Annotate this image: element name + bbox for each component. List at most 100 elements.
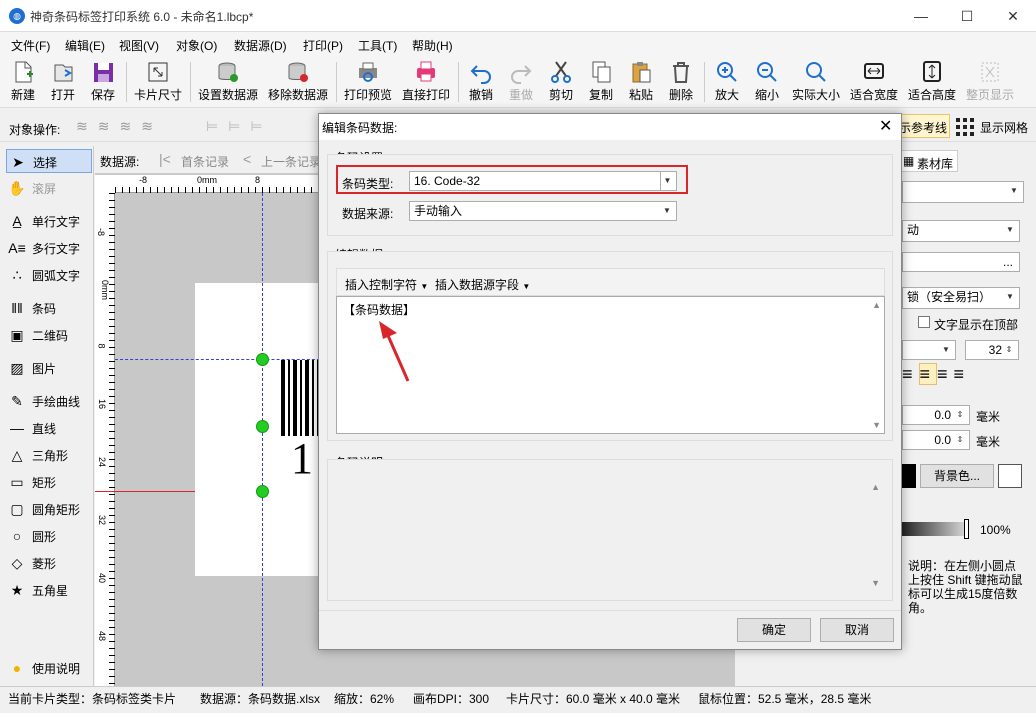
zoom-in-button[interactable]: 放大 (710, 58, 744, 106)
scroll-up-icon[interactable]: ▲ (871, 482, 880, 492)
help-hint-text: 说明：在左侧小圆点上按住 Shift 键拖动鼠标可以生成15度倍数角。 (908, 559, 1023, 615)
dialog-close-button[interactable]: ✕ (879, 116, 892, 136)
barcode-data-text: 【条码数据】 (343, 303, 416, 317)
background-color-swatch[interactable] (998, 464, 1022, 488)
redo-button[interactable]: 重做 (504, 58, 538, 106)
paste-button[interactable]: 粘贴 (624, 58, 658, 106)
delete-button[interactable]: 删除 (664, 58, 698, 106)
spacing-input-1[interactable]: 0.0 ⇕ (902, 405, 970, 425)
text-align-group: ≡≡≡≡ (902, 363, 1032, 390)
tool-star[interactable]: ★ 五角星 (6, 578, 92, 602)
align-left-icon[interactable]: ≡ (902, 364, 919, 384)
font-select[interactable]: 锁（安全易扫） ▼ (902, 287, 1020, 309)
menu-datasource[interactable]: 数据源(D) (234, 37, 287, 54)
tool-circle[interactable]: ○ 圆形 (6, 524, 92, 548)
barcode-digit: 1 (291, 434, 313, 483)
barcode-data-textarea[interactable]: 【条码数据】 ▲ ▼ (336, 296, 885, 434)
menu-file[interactable]: 文件(F) (11, 37, 50, 54)
close-button[interactable]: ✕ (990, 0, 1036, 32)
maximize-button[interactable]: ☐ (944, 0, 990, 32)
align-center-icon[interactable]: ≡ (918, 363, 938, 385)
fit-width-button[interactable]: 适合宽度 (848, 58, 900, 106)
opacity-slider[interactable] (902, 522, 968, 536)
tool-rounded-rectangle[interactable]: ▢ 圆角矩形 (6, 497, 92, 521)
zoom-out-button[interactable]: 缩小 (750, 58, 784, 106)
font-size-spinner[interactable]: 32 ⇕ (965, 340, 1019, 360)
multiline-text-icon: A≡ (8, 240, 26, 256)
tool-qrcode[interactable]: ▣ 二维码 (6, 323, 92, 347)
tool-diamond[interactable]: ◇ 菱形 (6, 551, 92, 575)
scroll-up-icon[interactable]: ▲ (872, 300, 881, 310)
font-style-select[interactable]: ▼ (902, 340, 956, 360)
resize-handle[interactable] (256, 420, 269, 433)
cut-button[interactable]: 剪切 (544, 58, 578, 106)
set-datasource-button[interactable]: 设置数据源 (196, 58, 260, 106)
menu-help[interactable]: 帮助(H) (412, 37, 453, 54)
menu-edit[interactable]: 编辑(E) (65, 37, 105, 54)
tool-triangle[interactable]: △ 三角形 (6, 443, 92, 467)
remove-datasource-button[interactable]: 移除数据源 (266, 58, 330, 106)
save-button[interactable]: 保存 (86, 58, 120, 106)
browse-field[interactable]: ... (902, 252, 1020, 272)
tool-freehand[interactable]: ✎ 手绘曲线 (6, 389, 92, 413)
new-button[interactable]: 新建 (6, 58, 40, 106)
print-preview-icon (359, 62, 377, 82)
menu-object[interactable]: 对象(O) (176, 37, 217, 54)
tool-scroll[interactable]: ✋ 滚屏 (6, 176, 92, 200)
insert-datasource-field-button[interactable]: 插入数据源字段 ▼ (435, 276, 530, 293)
text-on-top-checkbox[interactable] (918, 316, 930, 328)
data-source-select[interactable]: 手动输入 ▼ (409, 201, 677, 221)
menu-print[interactable]: 打印(P) (303, 37, 343, 54)
opacity-slider-thumb[interactable] (964, 519, 969, 539)
tool-multi-text[interactable]: A≡ 多行文字 (6, 236, 92, 260)
prev-record-button[interactable]: 上一条记录 (261, 153, 321, 170)
status-datasource: 数据源：条码数据.xlsx (200, 692, 321, 706)
zoom-out-icon (757, 62, 777, 82)
tool-help[interactable]: ● 使用说明 (6, 656, 92, 680)
show-grid-toggle[interactable]: 显示网格 (980, 119, 1028, 136)
undo-button[interactable]: 撤销 (464, 58, 498, 106)
resize-handle[interactable] (256, 353, 269, 366)
tool-image[interactable]: ▨ 图片 (6, 356, 92, 380)
menu-view[interactable]: 视图(V) (119, 37, 159, 54)
tab-material-library[interactable]: ▦ 素材库 (898, 150, 958, 172)
scroll-down-icon[interactable]: ▼ (871, 578, 880, 588)
fit-page-button[interactable]: 整页显示 (964, 58, 1016, 106)
align-right-icon[interactable]: ≡ (937, 364, 954, 384)
cancel-button[interactable]: 取消 (820, 618, 894, 642)
actual-size-button[interactable]: 实际大小 (790, 58, 842, 106)
qrcode-icon: ▣ (10, 327, 24, 343)
minimize-button[interactable]: — (898, 0, 944, 32)
foreground-color-swatch[interactable] (902, 464, 916, 488)
background-color-button[interactable]: 背景色... (920, 464, 994, 488)
fit-page-icon (981, 62, 999, 82)
scroll-down-icon[interactable]: ▼ (872, 420, 881, 430)
barcode-graphic[interactable] (281, 360, 321, 436)
tool-select[interactable]: ➤ 选择 (6, 149, 92, 173)
property-combo-1[interactable]: ▼ (902, 181, 1024, 203)
tool-line[interactable]: — 直线 (6, 416, 92, 440)
menu-tools[interactable]: 工具(T) (358, 37, 397, 54)
barcode-type-select[interactable]: 16. Code-32 ▼ (409, 171, 677, 191)
align-justify-icon[interactable]: ≡ (954, 364, 971, 384)
print-button[interactable]: 直接打印 (400, 58, 452, 106)
insert-control-char-button[interactable]: 插入控制字符 ▼ (345, 276, 428, 293)
ok-button[interactable]: 确定 (737, 618, 811, 642)
copy-button[interactable]: 复制 (584, 58, 618, 106)
open-button[interactable]: 打开 (46, 58, 80, 106)
print-preview-button[interactable]: 打印预览 (342, 58, 394, 106)
lightbulb-icon: ● (12, 660, 22, 676)
card-size-button[interactable]: 卡片尺寸 (132, 58, 184, 106)
trash-icon (673, 62, 689, 83)
tool-arc-text[interactable]: ∴ 圆弧文字 (6, 263, 92, 287)
spacing-input-2[interactable]: 0.0 ⇕ (902, 430, 970, 450)
resize-handle[interactable] (256, 485, 269, 498)
red-arrow-annotation (379, 321, 410, 382)
guide-line-h (115, 359, 325, 360)
tool-single-text[interactable]: A̲ 单行文字 (6, 209, 92, 233)
property-combo-2[interactable]: 动 ▼ (902, 220, 1020, 242)
first-record-button[interactable]: 首条记录 (181, 153, 229, 170)
fit-height-button[interactable]: 适合高度 (906, 58, 958, 106)
tool-barcode[interactable]: ‖‖ 条码 (6, 296, 92, 320)
tool-rectangle[interactable]: ▭ 矩形 (6, 470, 92, 494)
